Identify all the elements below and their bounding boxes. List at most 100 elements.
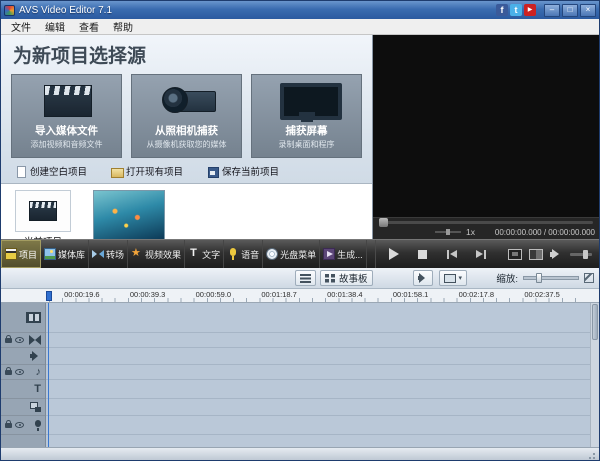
social-icon[interactable]: ▶: [524, 4, 536, 16]
skip-forward-icon: [475, 250, 483, 258]
menu-item[interactable]: 查看: [72, 19, 106, 34]
volume-icon[interactable]: [550, 248, 563, 260]
project-link[interactable]: 打开现有项目: [111, 164, 183, 178]
expand-timeline-icon[interactable]: [584, 273, 594, 283]
tool-tab[interactable]: 生成...: [320, 240, 367, 268]
zoom-label: 缩放:: [496, 274, 518, 285]
zoom-slider[interactable]: [523, 273, 579, 283]
tool-tab[interactable]: 项目: [1, 240, 42, 268]
minimize-button[interactable]: –: [544, 3, 560, 17]
fullscreen-preview-icon[interactable]: [508, 248, 522, 260]
menubar: 文件 编辑 查看 帮助: [1, 19, 599, 35]
track-lane[interactable]: [46, 365, 590, 380]
tool-tab[interactable]: 语音: [224, 240, 264, 268]
project-links: 创建空白项目 打开现有项目 保存当前项目: [1, 158, 372, 183]
page-title: 为新项目选择源: [13, 46, 147, 67]
ruler-timestamp: 00:01:58.1: [392, 290, 429, 299]
tool-tab[interactable]: 媒体库: [41, 240, 90, 268]
menu-item[interactable]: 编辑: [38, 19, 72, 34]
track-header[interactable]: [1, 303, 45, 333]
volume-slider[interactable]: [570, 249, 592, 259]
source-tile[interactable]: 捕获屏幕 录制桌面和程序: [251, 74, 362, 158]
track-lane[interactable]: [46, 399, 590, 416]
project-link[interactable]: 创建空白项目: [15, 164, 87, 178]
stop-button[interactable]: [413, 245, 433, 263]
start-page: 为新项目选择源 导入媒体文件 添加视频和音频文件 从照相机捕获 从摄像机获取您的…: [1, 35, 373, 254]
zoom-handle[interactable]: [536, 273, 542, 283]
link-label: 保存当前项目: [222, 167, 280, 178]
tool-tab[interactable]: 转场: [89, 240, 129, 268]
tab-icon: [5, 248, 17, 260]
stop-icon: [418, 249, 428, 259]
detach-preview-icon[interactable]: [529, 248, 543, 260]
timeline-view-button[interactable]: [295, 270, 316, 286]
track-lane[interactable]: [46, 416, 590, 435]
app-window: AVS Video Editor 7.1 f t ▶ – □ × 文件 编辑 查…: [0, 0, 600, 461]
track-lane[interactable]: [46, 348, 590, 365]
track-header[interactable]: [1, 365, 45, 380]
social-icon[interactable]: t: [510, 4, 522, 16]
maximize-button[interactable]: □: [562, 3, 578, 17]
source-tile[interactable]: 导入媒体文件 添加视频和音频文件: [11, 74, 122, 158]
playhead-line: [48, 303, 49, 447]
playhead-marker[interactable]: [46, 291, 52, 301]
track-header[interactable]: [1, 416, 45, 435]
source-icon: [152, 78, 222, 122]
window-title: AVS Video Editor 7.1: [19, 4, 113, 16]
source-tile[interactable]: 从照相机捕获 从摄像机获取您的媒体: [131, 74, 242, 158]
tool-tabs: 项目 媒体库 转场 视频效果 文: [1, 240, 367, 268]
resize-grip[interactable]: [586, 450, 595, 459]
track-header[interactable]: [1, 348, 45, 365]
link-icon: [15, 165, 26, 178]
link-icon: [207, 166, 220, 178]
timecode: 00:00:00.000 / 00:00:00.000: [494, 227, 595, 237]
tab-icon: [227, 248, 239, 260]
tool-tab[interactable]: 视频效果: [128, 240, 186, 268]
close-button[interactable]: ×: [580, 3, 596, 17]
source-title: 捕获屏幕: [285, 125, 328, 137]
preview-screen: [373, 35, 599, 217]
ruler-timestamp: 00:02:37.5: [524, 290, 560, 299]
ruler-timestamp: 00:00:19.6: [64, 290, 100, 299]
link-label: 创建空白项目: [30, 167, 88, 178]
menu-item[interactable]: 文件: [4, 19, 38, 34]
menu-item[interactable]: 帮助: [106, 19, 140, 34]
scrollbar-thumb[interactable]: [592, 304, 598, 340]
tab-icon: [266, 248, 279, 260]
tab-icon: [92, 248, 105, 260]
tool-tabs-bar: 项目 媒体库 转场 视频效果 文: [1, 239, 599, 268]
play-button[interactable]: [384, 245, 404, 263]
track-lane[interactable]: [46, 333, 590, 348]
monitor-select-button[interactable]: ▾: [438, 270, 468, 286]
project-link[interactable]: 保存当前项目: [207, 164, 279, 178]
timeline-ruler[interactable]: 00:00:19.6 00:00:39.3 00:00:59.0 00:01:1…: [1, 289, 599, 303]
track-icon: [30, 351, 41, 361]
next-button[interactable]: [471, 245, 491, 263]
seek-slider[interactable]: [379, 218, 593, 227]
tab-label: 项目: [19, 249, 38, 260]
source-title: 从照相机捕获: [155, 125, 218, 137]
app-icon: [4, 4, 15, 16]
track-header[interactable]: [1, 333, 45, 348]
eye-icon: [15, 337, 24, 343]
track-icon: [26, 312, 41, 323]
track-header[interactable]: [1, 380, 45, 399]
project-thumbnail: [93, 190, 165, 240]
social-icon[interactable]: f: [496, 4, 508, 16]
track-lane[interactable]: [46, 303, 590, 333]
track-lane[interactable]: [46, 380, 590, 399]
tool-tab[interactable]: 文字: [185, 240, 225, 268]
clapperboard-icon: [29, 201, 57, 221]
speed-slider[interactable]: [435, 229, 461, 235]
vertical-scrollbar[interactable]: [590, 303, 599, 447]
storyboard-view-button[interactable]: 故事板: [320, 270, 373, 286]
tab-icon: [131, 246, 143, 260]
track-header[interactable]: [1, 399, 45, 416]
audio-mixer-button[interactable]: [412, 270, 433, 286]
previous-button[interactable]: [442, 245, 462, 263]
tab-label: 生成...: [337, 249, 363, 260]
timeline-lanes[interactable]: [46, 303, 590, 447]
track-icon: [29, 335, 41, 345]
tool-tab[interactable]: 光盘菜单: [263, 240, 321, 268]
seek-handle[interactable]: [379, 218, 388, 227]
